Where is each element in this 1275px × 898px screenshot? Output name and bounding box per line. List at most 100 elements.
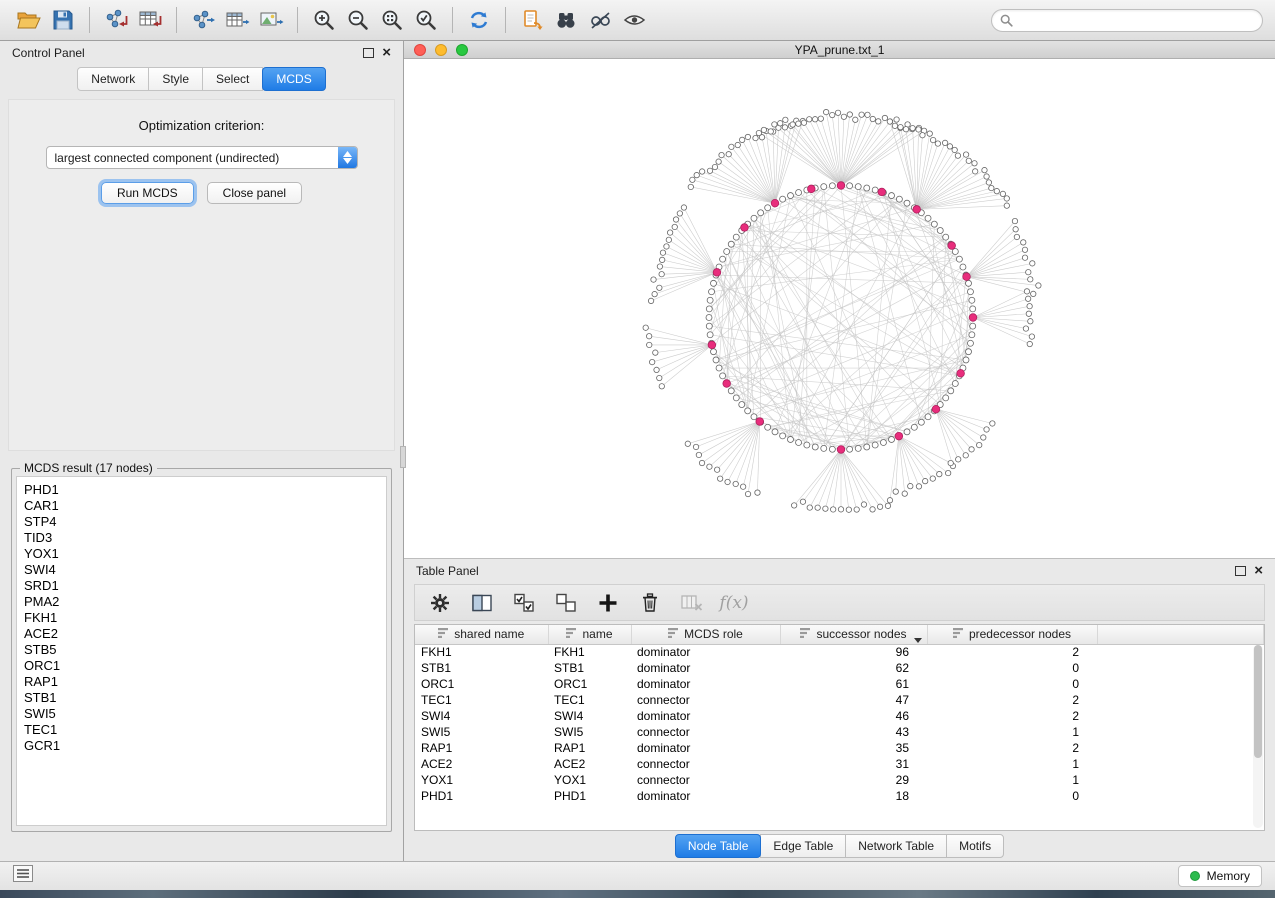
network-edge — [719, 252, 955, 369]
save-session-icon[interactable] — [46, 4, 80, 36]
table-row[interactable]: RAP1RAP1dominator352 — [415, 740, 1264, 756]
column-header-shared-name[interactable]: shared name — [415, 625, 548, 644]
export-network-icon[interactable] — [186, 4, 220, 36]
tab-mcds[interactable]: MCDS — [262, 67, 325, 91]
eye-icon[interactable] — [617, 4, 651, 36]
mcds-result-item[interactable]: FKH1 — [24, 610, 379, 626]
float-panel-icon[interactable] — [363, 48, 374, 58]
mcds-result-item[interactable]: SWI4 — [24, 562, 379, 578]
run-mcds-button[interactable]: Run MCDS — [101, 182, 194, 204]
scrollbar-thumb[interactable] — [1254, 645, 1262, 758]
table-settings-gear-icon[interactable] — [425, 588, 455, 618]
zoom-selected-icon[interactable] — [409, 4, 443, 36]
network-hub-node — [756, 418, 764, 426]
table-row[interactable]: YOX1YOX1connector291 — [415, 772, 1264, 788]
table-cell-filler — [1097, 692, 1264, 708]
select-all-icon[interactable] — [509, 588, 539, 618]
mcds-result-item[interactable]: CAR1 — [24, 498, 379, 514]
minimize-window-icon[interactable] — [435, 44, 447, 56]
mcds-result-item[interactable]: ACE2 — [24, 626, 379, 642]
mcds-result-item[interactable]: RAP1 — [24, 674, 379, 690]
network-node — [1000, 191, 1005, 196]
export-table-icon[interactable] — [220, 4, 254, 36]
mcds-result-item[interactable]: TEC1 — [24, 722, 379, 738]
sort-caret-icon[interactable] — [914, 632, 922, 644]
panel-splitter-handle[interactable] — [400, 446, 406, 468]
network-node — [984, 427, 989, 432]
search-field[interactable] — [991, 9, 1263, 32]
mcds-result-item[interactable]: STB5 — [24, 642, 379, 658]
column-header-MCDS-role[interactable]: MCDS role — [631, 625, 780, 644]
network-edge — [804, 123, 841, 186]
zoom-fit-icon[interactable] — [375, 4, 409, 36]
search-input[interactable] — [1018, 13, 1254, 27]
mcds-result-item[interactable]: SWI5 — [24, 706, 379, 722]
table-cell: ACE2 — [415, 756, 548, 772]
function-builder-icon: f(x) — [719, 588, 749, 618]
network-node — [706, 306, 712, 312]
mcds-result-item[interactable]: SRD1 — [24, 578, 379, 594]
export-image-icon[interactable] — [254, 4, 288, 36]
mcds-result-item[interactable]: PMA2 — [24, 594, 379, 610]
mcds-result-item[interactable]: YOX1 — [24, 546, 379, 562]
table-row[interactable]: FKH1FKH1dominator962 — [415, 644, 1264, 660]
close-panel-button[interactable]: Close panel — [207, 182, 302, 204]
tab-motifs[interactable]: Motifs — [946, 834, 1004, 858]
mcds-result-item[interactable]: GCR1 — [24, 738, 379, 754]
network-node — [872, 442, 878, 448]
memory-button[interactable]: Memory — [1178, 865, 1262, 887]
column-header-name[interactable]: name — [548, 625, 631, 644]
table-row[interactable]: ACE2ACE2connector311 — [415, 756, 1264, 772]
column-header-predecessor-nodes[interactable]: predecessor nodes — [927, 625, 1097, 644]
float-table-panel-icon[interactable] — [1235, 566, 1246, 576]
status-menu-icon[interactable] — [13, 865, 33, 887]
mcds-result-item[interactable]: STB1 — [24, 690, 379, 706]
mcds-result-item[interactable]: ORC1 — [24, 658, 379, 674]
tab-select[interactable]: Select — [202, 67, 263, 91]
tab-network-table[interactable]: Network Table — [845, 834, 947, 858]
table-row[interactable]: PHD1PHD1dominator180 — [415, 788, 1264, 804]
table-row[interactable]: STB1STB1dominator620 — [415, 660, 1264, 676]
table-row[interactable]: SWI5SWI5connector431 — [415, 724, 1264, 740]
table-row[interactable]: ORC1ORC1dominator610 — [415, 676, 1264, 692]
table-row[interactable]: TEC1TEC1connector472 — [415, 692, 1264, 708]
network-node — [904, 429, 910, 435]
tab-edge-table[interactable]: Edge Table — [760, 834, 846, 858]
delete-row-icon[interactable] — [635, 588, 665, 618]
tab-node-table[interactable]: Node Table — [675, 834, 762, 858]
toolbar-divider — [505, 7, 506, 33]
glasses-icon[interactable] — [583, 4, 617, 36]
refresh-icon[interactable] — [462, 4, 496, 36]
close-panel-icon[interactable]: × — [382, 48, 391, 58]
import-network-icon[interactable] — [99, 4, 133, 36]
import-table-icon[interactable] — [133, 4, 167, 36]
network-window-titlebar[interactable]: YPA_prune.txt_1 — [404, 41, 1275, 59]
mcds-result-list[interactable]: PHD1CAR1STP4TID3YOX1SWI4SRD1PMA2FKH1ACE2… — [16, 476, 387, 826]
mcds-result-item[interactable]: STP4 — [24, 514, 379, 530]
zoom-out-icon[interactable] — [341, 4, 375, 36]
clone-network-icon[interactable] — [515, 4, 549, 36]
show-columns-icon[interactable] — [467, 588, 497, 618]
criterion-dropdown[interactable]: largest connected component (undirected) — [46, 146, 358, 169]
mcds-result-item[interactable]: PHD1 — [24, 482, 379, 498]
zoom-in-icon[interactable] — [307, 4, 341, 36]
tab-style[interactable]: Style — [148, 67, 203, 91]
table-row[interactable]: SWI4SWI4dominator462 — [415, 708, 1264, 724]
table-cell: SWI4 — [415, 708, 548, 724]
column-header-successor-nodes[interactable]: successor nodes — [780, 625, 927, 644]
find-icon[interactable] — [549, 4, 583, 36]
tab-network[interactable]: Network — [77, 67, 149, 91]
close-table-panel-icon[interactable]: × — [1254, 566, 1263, 576]
network-node — [892, 123, 897, 128]
network-node — [1031, 291, 1036, 296]
mcds-result-item[interactable]: TID3 — [24, 530, 379, 546]
open-session-icon[interactable] — [12, 4, 46, 36]
maximize-window-icon[interactable] — [456, 44, 468, 56]
unselect-all-icon[interactable] — [551, 588, 581, 618]
network-canvas[interactable] — [404, 59, 1274, 558]
close-window-icon[interactable] — [414, 44, 426, 56]
table-scrollbar[interactable] — [1253, 645, 1263, 828]
add-row-icon[interactable] — [593, 588, 623, 618]
network-node — [733, 481, 738, 486]
network-node — [855, 445, 861, 451]
